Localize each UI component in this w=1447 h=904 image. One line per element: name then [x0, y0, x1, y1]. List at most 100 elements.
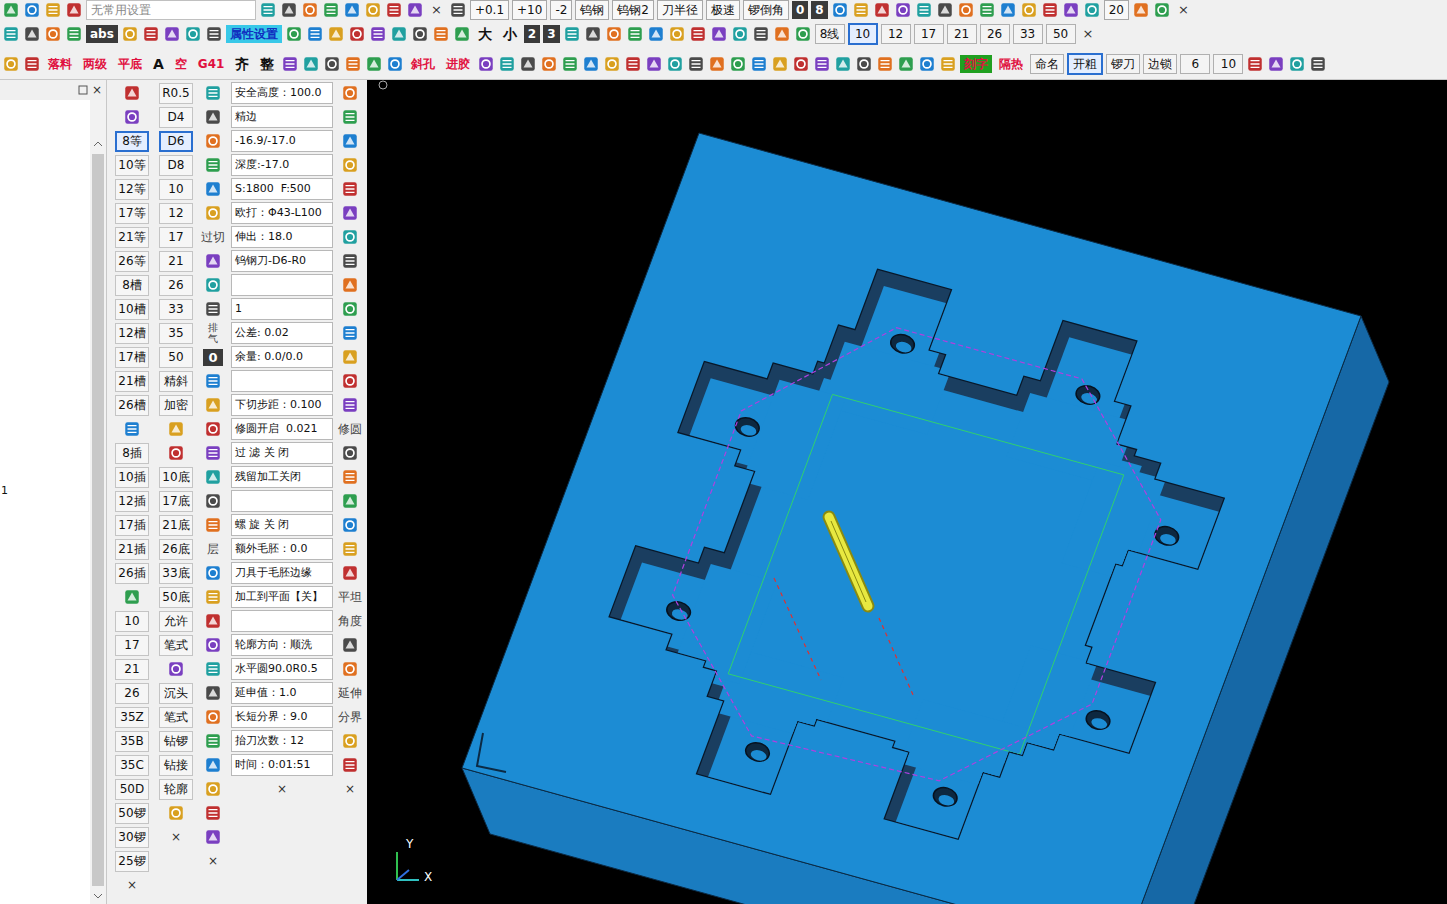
column-button[interactable]: D6: [159, 131, 193, 152]
toolbar-button[interactable]: 大: [474, 25, 496, 43]
tool-icon[interactable]: [123, 108, 141, 126]
column-button[interactable]: 8槽: [115, 275, 149, 296]
param-field[interactable]: [231, 490, 333, 512]
toolbar-button[interactable]: 锣刀: [1106, 54, 1140, 74]
param-field[interactable]: [231, 274, 333, 296]
tool-icon[interactable]: [852, 1, 870, 19]
tool-icon[interactable]: [23, 1, 41, 19]
toolbar-button[interactable]: 极速: [706, 0, 740, 20]
tool-icon[interactable]: [855, 55, 873, 73]
tool-icon[interactable]: [1267, 55, 1285, 73]
tool-icon[interactable]: [204, 804, 222, 822]
tool-icon[interactable]: [306, 25, 324, 43]
tool-icon[interactable]: [259, 1, 277, 19]
tool-icon[interactable]: [519, 55, 537, 73]
param-field[interactable]: 水平圆90.0R0.5: [231, 658, 333, 680]
close-button[interactable]: ×: [171, 830, 181, 844]
column-button[interactable]: 轮廓: [159, 779, 193, 800]
tool-icon[interactable]: [204, 84, 222, 102]
toolbar-button[interactable]: 21: [947, 24, 977, 44]
tool-icon[interactable]: [792, 55, 810, 73]
toolbar-button[interactable]: +0.1: [470, 0, 509, 20]
tool-icon[interactable]: [1020, 1, 1038, 19]
column-label[interactable]: 角度: [338, 613, 362, 630]
toolbar-button[interactable]: -2: [550, 0, 572, 20]
tool-icon[interactable]: [44, 1, 62, 19]
toolbar-button[interactable]: 锣倒角: [743, 0, 789, 20]
tool-icon[interactable]: [204, 660, 222, 678]
tool-icon[interactable]: [341, 516, 359, 534]
param-field[interactable]: [231, 370, 333, 392]
tool-icon[interactable]: [341, 348, 359, 366]
param-field[interactable]: 公差: 0.02: [231, 322, 333, 344]
tool-icon[interactable]: [281, 55, 299, 73]
close-button[interactable]: ×: [92, 83, 102, 97]
tool-icon[interactable]: [204, 564, 222, 582]
tool-icon[interactable]: [1246, 55, 1264, 73]
tool-icon[interactable]: [729, 55, 747, 73]
param-field[interactable]: 加工到平面【关】: [231, 586, 333, 608]
tool-icon[interactable]: [752, 25, 770, 43]
tool-icon[interactable]: [708, 55, 726, 73]
toolbar-button[interactable]: 3: [543, 25, 559, 43]
param-field[interactable]: [231, 610, 333, 632]
tool-icon[interactable]: [204, 828, 222, 846]
tool-icon[interactable]: [204, 612, 222, 630]
toolbar-button[interactable]: ×: [427, 1, 446, 19]
tool-icon[interactable]: [341, 540, 359, 558]
column-button[interactable]: 钻接: [159, 755, 193, 776]
tool-icon[interactable]: [204, 180, 222, 198]
tool-icon[interactable]: [1153, 1, 1171, 19]
tool-icon[interactable]: [184, 25, 202, 43]
close-button[interactable]: ×: [208, 854, 218, 868]
toolbar-button[interactable]: 6: [1180, 54, 1210, 74]
toolbar-button[interactable]: A: [149, 55, 168, 73]
column-button[interactable]: D8: [159, 155, 193, 176]
toolbar-button[interactable]: 齐: [231, 55, 253, 73]
column-button[interactable]: 30锣: [115, 827, 149, 848]
tool-icon[interactable]: [204, 420, 222, 438]
tool-icon[interactable]: [605, 25, 623, 43]
tool-icon[interactable]: [771, 55, 789, 73]
param-field[interactable]: 过 滤 关 闭: [231, 442, 333, 464]
tool-icon[interactable]: [348, 25, 366, 43]
toolbar-button[interactable]: ×: [1079, 25, 1098, 43]
toolbar-button[interactable]: 10: [848, 23, 878, 45]
column-button[interactable]: 12: [159, 203, 193, 224]
toolbar-button[interactable]: 0: [792, 1, 808, 19]
column-button[interactable]: 10: [115, 611, 149, 632]
tool-icon[interactable]: [65, 25, 83, 43]
tool-icon[interactable]: [1083, 1, 1101, 19]
param-field[interactable]: 钨钢刀-D6-R0: [231, 250, 333, 272]
toolbar-button[interactable]: 隔热: [995, 55, 1027, 73]
tool-icon[interactable]: [341, 396, 359, 414]
tool-icon[interactable]: [876, 55, 894, 73]
param-field[interactable]: 长短分界：9.0: [231, 706, 333, 728]
tool-icon[interactable]: [204, 516, 222, 534]
tool-icon[interactable]: [322, 1, 340, 19]
column-button[interactable]: 21: [115, 659, 149, 680]
toolbar-button[interactable]: 边锁: [1143, 54, 1177, 74]
tool-icon[interactable]: [341, 180, 359, 198]
column-label[interactable]: 分界: [338, 709, 362, 726]
tool-icon[interactable]: [477, 55, 495, 73]
column-button[interactable]: 10: [159, 179, 193, 200]
tool-icon[interactable]: [341, 84, 359, 102]
tool-icon[interactable]: [204, 636, 222, 654]
column-button[interactable]: 17插: [115, 515, 149, 536]
tool-icon[interactable]: [23, 55, 41, 73]
toolbar-button[interactable]: 10: [1213, 54, 1243, 74]
tool-icon[interactable]: [204, 468, 222, 486]
tool-icon[interactable]: [341, 372, 359, 390]
tool-icon[interactable]: [341, 756, 359, 774]
tool-icon[interactable]: [167, 420, 185, 438]
tool-icon[interactable]: [603, 55, 621, 73]
tool-icon[interactable]: [204, 204, 222, 222]
param-field[interactable]: 下切步距：0.100: [231, 394, 333, 416]
tool-icon[interactable]: [341, 204, 359, 222]
model-view[interactable]: YX: [367, 80, 1446, 904]
param-field[interactable]: 螺 旋 关 闭: [231, 514, 333, 536]
column-button[interactable]: 允许: [159, 611, 193, 632]
toolbar-button[interactable]: 整: [256, 55, 278, 73]
tool-icon[interactable]: [624, 55, 642, 73]
